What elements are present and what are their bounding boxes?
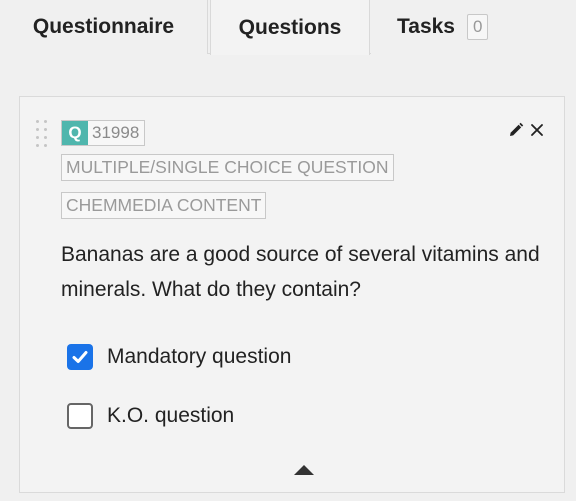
tab-questionnaire-label: Questionnaire <box>32 15 175 38</box>
ko-label: K.O. question <box>107 404 235 427</box>
drag-handle-icon[interactable] <box>36 120 50 150</box>
mandatory-checkbox[interactable] <box>67 344 93 370</box>
question-text: Bananas are a good source of several vit… <box>61 243 540 301</box>
tab-tasks-label: Tasks <box>397 15 455 38</box>
card-actions <box>508 122 544 138</box>
question-id: 31998 <box>92 123 140 142</box>
tasks-count-badge: 0 <box>467 14 489 40</box>
tab-questions-label: Questions <box>238 15 342 39</box>
tab-tasks[interactable]: Tasks 0 <box>371 0 576 54</box>
ko-question-toggle[interactable]: K.O. question <box>67 402 234 430</box>
question-type-letter: Q <box>62 121 88 145</box>
tab-questionnaire[interactable]: Questionnaire <box>0 0 208 54</box>
tab-questions[interactable]: Questions <box>210 0 370 55</box>
mandatory-question-toggle[interactable]: Mandatory question <box>67 343 291 371</box>
ko-checkbox[interactable] <box>67 403 93 429</box>
mandatory-label: Mandatory question <box>107 345 292 368</box>
tab-bar: Questionnaire Questions Tasks 0 <box>0 0 576 55</box>
content-source-tag: CHEMMEDIA CONTENT <box>61 192 267 219</box>
close-icon[interactable] <box>530 123 544 137</box>
pencil-icon[interactable] <box>508 122 524 138</box>
collapse-arrow-icon[interactable] <box>294 465 314 475</box>
question-card: Q 31998 MULTIPLE/SINGLE CHOICE QUESTION … <box>19 96 565 493</box>
question-id-badge: Q 31998 <box>61 120 146 146</box>
checkmark-icon <box>72 351 88 363</box>
question-type-tag: MULTIPLE/SINGLE CHOICE QUESTION <box>61 154 394 181</box>
